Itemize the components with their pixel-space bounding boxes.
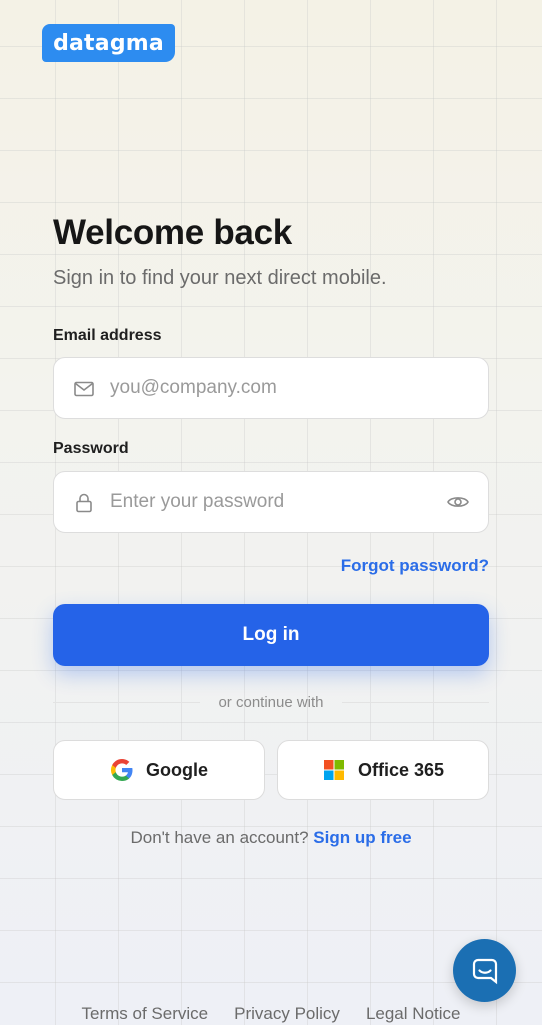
continue-divider: or continue with [53, 692, 489, 712]
google-label: Google [146, 759, 208, 780]
divider-line [341, 701, 489, 703]
page-title: Welcome back [53, 213, 292, 252]
password-field [53, 471, 489, 533]
forgot-password-link[interactable]: Forgot password? [341, 556, 489, 576]
email-label: Email address [53, 327, 162, 344]
eye-icon[interactable] [446, 490, 470, 514]
office365-login-button[interactable]: Office 365 [277, 740, 489, 800]
terms-link[interactable]: Terms of Service [82, 1004, 209, 1024]
password-label: Password [53, 440, 129, 457]
page-subtitle: Sign in to find your next direct mobile. [53, 267, 387, 289]
signup-prompt-line: Don't have an account? Sign up free [0, 828, 542, 848]
legal-link[interactable]: Legal Notice [366, 1004, 461, 1024]
google-icon [111, 759, 133, 781]
office365-label: Office 365 [357, 759, 445, 780]
signup-prompt: Don't have an account? [130, 828, 309, 847]
email-input[interactable] [110, 358, 440, 418]
email-field [53, 357, 489, 419]
google-login-button[interactable]: Google [53, 740, 265, 800]
brand-logo[interactable]: datagma [42, 24, 175, 62]
footer-links: Terms of Service Privacy Policy Legal No… [0, 1004, 542, 1024]
mail-icon [74, 381, 94, 397]
office365-icon [323, 760, 344, 780]
signup-link[interactable]: Sign up free [313, 828, 411, 847]
chat-icon [472, 958, 497, 984]
lock-icon [76, 493, 92, 513]
divider-line [53, 701, 201, 703]
divider-text: or continue with [218, 693, 324, 711]
login-button[interactable]: Log in [53, 604, 489, 666]
privacy-link[interactable]: Privacy Policy [234, 1004, 340, 1024]
chat-widget-button[interactable] [453, 939, 516, 1002]
password-input[interactable] [110, 472, 440, 532]
